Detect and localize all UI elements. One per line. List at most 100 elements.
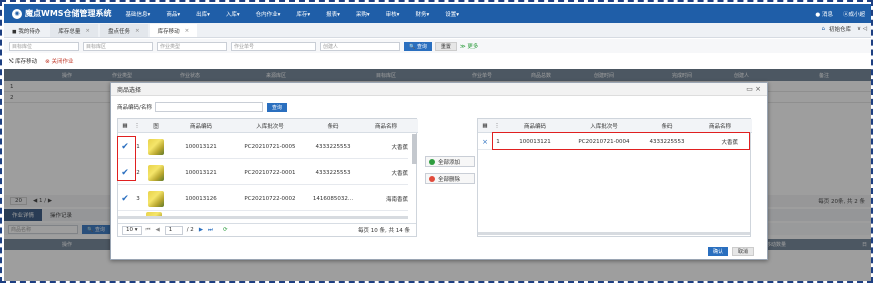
tab-label: 库存总量 xyxy=(58,28,81,35)
search-input[interactable] xyxy=(154,102,263,112)
batch-number: PC20210721-0005 xyxy=(244,143,296,150)
tab-label: ◼ 我的待办 xyxy=(12,28,41,35)
product-thumbnail xyxy=(146,134,166,159)
last-page-icon[interactable]: ⏭ xyxy=(208,227,213,234)
page-tabs: ◼ 我的待办 库存总量 × 盘点任务 × 库存移动 × ⌂ 初始仓库 ∨ ◁ xyxy=(4,23,871,38)
vertical-scrollbar[interactable] xyxy=(412,134,417,164)
barcode: 1416085032... xyxy=(312,195,354,202)
page-size-select[interactable]: 10 ▾ xyxy=(122,225,142,235)
product-code: 100013121 xyxy=(185,169,217,176)
table-row[interactable]: ✔ 1 100013121 PC20210721-0005 4333225553… xyxy=(118,134,408,159)
plus-icon xyxy=(429,158,435,165)
menu-inventory[interactable]: 库存▾ xyxy=(296,10,310,18)
filter-bar: 目标库位 目标库区 作业类型 作业单号 创建人 🔍 查询 重置 ≫ 更多 xyxy=(4,39,871,53)
refresh-icon[interactable]: ⟳ xyxy=(223,227,228,233)
reset-button[interactable]: 重置 xyxy=(434,41,457,51)
product-thumbnail xyxy=(146,160,166,185)
menu-reports[interactable]: 报表▾ xyxy=(326,10,340,18)
action-bar: ⤭ 库存移动 ⊗ 关闭作业 xyxy=(4,55,871,67)
table-row[interactable]: ✔ 2 100013121 PC20210722-0001 4333225553… xyxy=(118,160,408,185)
search-button[interactable]: 🔍 查询 xyxy=(404,41,432,51)
row-number: 3 xyxy=(136,195,140,202)
grid-header: ▦ ⋮ 图 商品编码 入库批次号 条码 商品名称 xyxy=(118,119,418,133)
menu-outbound[interactable]: 出库▾ xyxy=(196,10,210,18)
product-name: 大香蕉 xyxy=(391,144,408,151)
nav-right: ● 消息 ⓐ成小超 xyxy=(805,4,865,23)
page-number-input[interactable]: 1 xyxy=(164,225,183,235)
job-type-select[interactable]: 作业类型 xyxy=(157,41,227,51)
warehouse-name: 初始仓库 xyxy=(828,27,851,33)
checkmark-icon[interactable]: ✔ xyxy=(118,186,132,211)
more-filters-link[interactable]: ≫ 更多 xyxy=(460,42,479,50)
add-all-button[interactable]: 全部添加 xyxy=(425,156,475,167)
tab-inventory-total[interactable]: 库存总量 × xyxy=(50,24,98,37)
horizontal-scrollbar[interactable] xyxy=(118,216,408,219)
col-name: 商品名称 xyxy=(374,124,397,130)
grid-menu-icon[interactable]: ▦ xyxy=(478,119,492,133)
grid-menu-icon[interactable]: ▦ xyxy=(118,119,132,133)
app-logo[interactable]: ◉ 魔点WMS仓储管理系统 xyxy=(12,8,112,19)
next-page-icon[interactable]: ▶ xyxy=(199,227,203,233)
menu-finance[interactable]: 财务▾ xyxy=(415,10,429,18)
selected-row-highlight xyxy=(492,132,750,150)
total-pages: / 2 xyxy=(186,227,194,233)
product-thumbnail xyxy=(146,186,166,211)
column-options-icon[interactable]: ⋮ xyxy=(492,119,502,133)
close-icon[interactable]: × xyxy=(185,28,190,34)
app-frame: ◉ 魔点WMS仓储管理系统 基础信息▾ 商品▾ 出库▾ 入库▾ 仓内作业▾ 库存… xyxy=(0,0,873,283)
barcode: 4333225553 xyxy=(315,143,351,150)
checkbox-highlight xyxy=(117,136,136,181)
page-size-value: 10 xyxy=(126,227,133,233)
menu-inbound[interactable]: 入库▾ xyxy=(226,10,240,18)
target-location-select[interactable]: 目标库位 xyxy=(9,41,79,51)
menu-basic[interactable]: 基础信息▾ xyxy=(126,10,151,18)
user-menu[interactable]: ⓐ成小超 xyxy=(843,10,865,18)
pager-info: 每页 10 条, 共 14 条 xyxy=(358,228,410,234)
remove-row-icon[interactable]: × xyxy=(478,134,492,150)
dialog-search: 商品编码/名称 查询 xyxy=(117,102,290,112)
remove-all-button[interactable]: 全部删除 xyxy=(425,173,475,184)
warehouse-icon: ⌂ xyxy=(821,26,825,32)
close-job-button[interactable]: ⊗ 关闭作业 xyxy=(45,57,73,65)
tab-label: 库存移动 xyxy=(157,28,180,35)
close-icon[interactable]: × xyxy=(85,28,90,34)
product-code: 100013126 xyxy=(185,195,217,202)
dialog-search-button[interactable]: 查询 xyxy=(266,102,287,112)
tab-my-todo[interactable]: ◼ 我的待办 xyxy=(4,24,48,37)
col-barcode: 条码 xyxy=(327,124,339,130)
col-name: 商品名称 xyxy=(708,124,731,130)
column-options-icon[interactable]: ⋮ xyxy=(132,119,142,133)
horizontal-scrollbar[interactable] xyxy=(478,232,750,235)
messages-link[interactable]: ● 消息 xyxy=(815,10,833,18)
col-batch: 入库批次号 xyxy=(256,124,284,130)
first-page-icon[interactable]: ⏮ xyxy=(146,227,151,234)
table-row[interactable]: ✔ 3 100013126 PC20210722-0002 1416085032… xyxy=(118,186,408,211)
col-batch: 入库批次号 xyxy=(590,124,618,130)
dialog-window-controls[interactable]: ▭ × xyxy=(746,85,761,93)
menu-purchase[interactable]: 采购▾ xyxy=(356,10,370,18)
cancel-button[interactable]: 取消 xyxy=(731,246,754,256)
remove-all-label: 全部删除 xyxy=(438,176,461,183)
close-icon[interactable]: × xyxy=(135,28,140,34)
prev-page-icon[interactable]: ◀ xyxy=(155,227,159,233)
menu-settings[interactable]: 设置▾ xyxy=(445,10,459,18)
col-code: 商品编码 xyxy=(189,124,212,130)
confirm-button[interactable]: 确认 xyxy=(707,246,728,256)
available-goods-grid: ▦ ⋮ 图 商品编码 入库批次号 条码 商品名称 ✔ 1 100013121 P… xyxy=(117,118,418,237)
menu-warehouse-ops[interactable]: 仓内作业▾ xyxy=(256,10,281,18)
menu-audit[interactable]: 审核▾ xyxy=(386,10,400,18)
inventory-move-button[interactable]: ⤭ 库存移动 xyxy=(9,57,37,66)
creator-input[interactable]: 创建人 xyxy=(320,41,400,51)
col-image: 图 xyxy=(153,124,159,130)
minus-icon xyxy=(429,175,435,182)
chevron-down-icon: ∨ ◁ xyxy=(856,26,867,32)
job-number-input[interactable]: 作业单号 xyxy=(231,41,316,51)
warehouse-selector[interactable]: ⌂ 初始仓库 ∨ ◁ xyxy=(821,25,867,33)
col-code: 商品编码 xyxy=(523,124,546,130)
tab-label: 盘点任务 xyxy=(107,28,130,35)
search-label: 商品编码/名称 xyxy=(117,105,152,111)
tab-inventory-move[interactable]: 库存移动 × xyxy=(149,24,198,37)
tab-stocktake[interactable]: 盘点任务 × xyxy=(99,24,148,37)
target-area-select[interactable]: 目标库区 xyxy=(83,41,153,51)
menu-goods[interactable]: 商品▾ xyxy=(166,10,180,18)
